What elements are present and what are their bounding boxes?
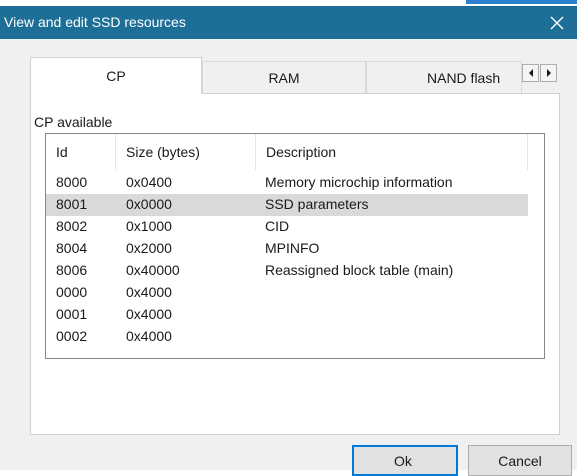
- cancel-button[interactable]: Cancel: [468, 445, 572, 476]
- column-header-id[interactable]: Id: [46, 134, 116, 170]
- title-bar[interactable]: View and edit SSD resources: [0, 7, 577, 39]
- cell-description: SSD parameters: [265, 196, 369, 212]
- table-row[interactable]: 8004 0x2000 MPINFO: [46, 238, 528, 260]
- tab-scroll-buttons: [522, 64, 558, 82]
- tab-nand-flash[interactable]: NAND flash: [366, 61, 522, 93]
- cell-id: 0001: [56, 306, 88, 322]
- tab-cp-label: CP: [106, 68, 126, 84]
- cell-size: 0x4000: [126, 306, 172, 322]
- ok-button[interactable]: Ok: [352, 445, 458, 476]
- tab-ram-label: RAM: [268, 69, 300, 86]
- table-row-selected[interactable]: 8001 0x0000 SSD parameters: [46, 194, 528, 216]
- table-row[interactable]: 8006 0x40000 Reassigned block table (mai…: [46, 260, 528, 282]
- cp-list-view[interactable]: Id Size (bytes) Description 8000 0x0400 …: [45, 133, 545, 359]
- table-row[interactable]: 8000 0x0400 Memory microchip information: [46, 172, 528, 194]
- table-row[interactable]: 0002 0x4000: [46, 326, 528, 348]
- table-row[interactable]: 0000 0x4000: [46, 282, 528, 304]
- cell-description: MPINFO: [265, 240, 320, 256]
- list-body: 8000 0x0400 Memory microchip information…: [46, 172, 544, 348]
- close-icon: [550, 16, 564, 30]
- tab-nand-flash-label: NAND flash: [427, 69, 501, 86]
- cell-size: 0x0000: [126, 196, 172, 212]
- ok-button-label: Ok: [394, 452, 412, 469]
- cell-size: 0x0400: [126, 174, 172, 190]
- cell-size: 0x4000: [126, 284, 172, 300]
- triangle-right-icon: [546, 69, 551, 77]
- table-row[interactable]: 0001 0x4000: [46, 304, 528, 326]
- cell-description: Memory microchip information: [265, 174, 453, 190]
- close-button[interactable]: [537, 7, 577, 39]
- list-header: Id Size (bytes) Description: [46, 134, 544, 170]
- cell-size: 0x1000: [126, 218, 172, 234]
- cell-id: 8001: [56, 196, 88, 212]
- group-label: CP available: [34, 114, 113, 130]
- cell-id: 8002: [56, 218, 88, 234]
- column-header-label: Description: [266, 144, 337, 160]
- cancel-button-label: Cancel: [498, 452, 542, 469]
- tab-strip: CP RAM NAND flash: [30, 57, 560, 94]
- column-header-label: Id: [56, 144, 68, 160]
- tab-cp[interactable]: CP: [30, 57, 202, 94]
- cell-description: CID: [265, 218, 290, 234]
- window-title: View and edit SSD resources: [4, 14, 186, 30]
- column-header-size[interactable]: Size (bytes): [116, 134, 256, 170]
- cell-id: 0000: [56, 284, 88, 300]
- cell-size: 0x2000: [126, 240, 172, 256]
- cell-id: 8004: [56, 240, 88, 256]
- background-window-accent: [466, 0, 577, 4]
- tab-scroll-right-button[interactable]: [540, 64, 557, 82]
- column-header-description[interactable]: Description: [256, 134, 528, 170]
- column-header-label: Size (bytes): [126, 144, 200, 160]
- cell-size: 0x4000: [126, 328, 172, 344]
- cell-id: 8006: [56, 262, 88, 278]
- cell-id: 8000: [56, 174, 88, 190]
- table-row[interactable]: 8002 0x1000 CID: [46, 216, 528, 238]
- tab-scroll-left-button[interactable]: [522, 64, 539, 82]
- cell-size: 0x40000: [126, 262, 180, 278]
- triangle-left-icon: [528, 69, 533, 77]
- tab-ram[interactable]: RAM: [202, 61, 366, 93]
- tab-panel-cp: CP available Id Size (bytes) Description…: [30, 93, 560, 435]
- cell-description: Reassigned block table (main): [265, 262, 454, 278]
- ssd-resources-dialog: View and edit SSD resources CP RAM NAND …: [0, 6, 577, 476]
- cell-id: 0002: [56, 328, 88, 344]
